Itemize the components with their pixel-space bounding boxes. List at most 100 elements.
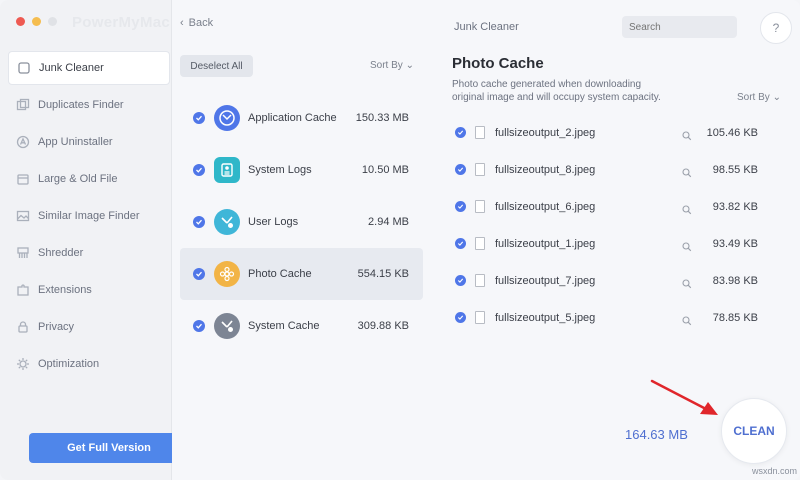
file-name: fullsizeoutput_2.jpeg bbox=[495, 126, 596, 139]
sidebar-item-label: Similar Image Finder bbox=[38, 210, 140, 222]
privacy-icon bbox=[16, 320, 30, 334]
back-button[interactable]: ‹ Back bbox=[180, 17, 213, 29]
file-name: fullsizeoutput_5.jpeg bbox=[495, 311, 596, 324]
magnifier-icon[interactable] bbox=[682, 128, 692, 140]
sidebar-item-optimization[interactable]: Optimization bbox=[8, 347, 170, 381]
category-row-application-cache[interactable]: Application Cache 150.33 MB bbox=[180, 92, 423, 144]
checkbox-checked[interactable] bbox=[455, 127, 466, 138]
app-window: PowerMyMac Junk Cleaner Duplicates Finde… bbox=[0, 0, 800, 480]
file-name: fullsizeoutput_8.jpeg bbox=[495, 163, 596, 176]
category-row-system-logs[interactable]: System Logs 10.50 MB bbox=[180, 144, 423, 196]
checkbox-checked[interactable] bbox=[193, 216, 205, 228]
category-size: 150.33 MB bbox=[355, 112, 409, 124]
file-size: 93.49 KB bbox=[712, 237, 758, 250]
window-controls bbox=[16, 17, 57, 26]
sidebar-item-extensions[interactable]: Extensions bbox=[8, 273, 170, 307]
chevron-down-icon: ⌄ bbox=[772, 92, 781, 103]
category-size: 10.50 MB bbox=[361, 164, 409, 176]
duplicates-icon bbox=[16, 98, 30, 112]
category-row-photo-cache[interactable]: Photo Cache 554.15 KB bbox=[180, 248, 423, 300]
application-cache-icon bbox=[214, 105, 240, 131]
search-input[interactable] bbox=[622, 16, 737, 38]
sidebar-item-privacy[interactable]: Privacy bbox=[8, 310, 170, 344]
back-label: Back bbox=[188, 17, 214, 29]
file-icon bbox=[475, 200, 485, 213]
minimize-window-button[interactable] bbox=[32, 17, 41, 26]
app-title: PowerMyMac bbox=[72, 14, 171, 31]
file-icon bbox=[475, 163, 485, 176]
checkbox-checked[interactable] bbox=[193, 320, 205, 332]
file-row[interactable]: fullsizeoutput_2.jpeg 105.46 KB bbox=[452, 114, 772, 151]
file-name: fullsizeoutput_7.jpeg bbox=[495, 274, 596, 287]
help-button[interactable]: ? bbox=[760, 12, 792, 44]
file-size: 105.46 KB bbox=[706, 126, 758, 139]
magnifier-icon[interactable] bbox=[682, 239, 692, 251]
sidebar-item-large-old-file[interactable]: Large & Old File bbox=[8, 162, 170, 196]
file-row[interactable]: fullsizeoutput_7.jpeg 83.98 KB bbox=[452, 262, 772, 299]
file-row[interactable]: fullsizeoutput_8.jpeg 98.55 KB bbox=[452, 151, 772, 188]
sidebar-item-label: Shredder bbox=[38, 247, 84, 259]
file-row[interactable]: fullsizeoutput_1.jpeg 93.49 KB bbox=[452, 225, 772, 262]
sidebar-item-shredder[interactable]: Shredder bbox=[8, 236, 170, 270]
close-window-button[interactable] bbox=[16, 17, 25, 26]
magnifier-icon[interactable] bbox=[682, 313, 692, 325]
file-name: fullsizeoutput_6.jpeg bbox=[495, 200, 596, 213]
large-file-icon bbox=[16, 172, 30, 186]
checkbox-checked[interactable] bbox=[455, 238, 466, 249]
sidebar-item-duplicates-finder[interactable]: Duplicates Finder bbox=[8, 88, 170, 122]
shredder-icon bbox=[16, 246, 30, 260]
deselect-all-button[interactable]: Deselect All bbox=[180, 55, 253, 77]
sidebar-item-label: Privacy bbox=[38, 321, 75, 333]
category-name: Photo Cache bbox=[248, 268, 312, 280]
file-size: 98.55 KB bbox=[712, 163, 758, 176]
magnifier-icon[interactable] bbox=[682, 276, 692, 288]
checkbox-checked[interactable] bbox=[455, 201, 466, 212]
sidebar-item-junk-cleaner[interactable]: Junk Cleaner bbox=[8, 51, 170, 85]
system-cache-icon bbox=[214, 313, 240, 339]
sidebar-item-label: Extensions bbox=[38, 284, 92, 296]
category-list: Application Cache 150.33 MB System Logs … bbox=[180, 92, 423, 352]
user-logs-icon bbox=[214, 209, 240, 235]
category-name: Application Cache bbox=[248, 112, 337, 124]
junk-cleaner-icon bbox=[17, 61, 31, 75]
checkbox-checked[interactable] bbox=[193, 268, 205, 280]
file-size: 78.85 KB bbox=[712, 311, 758, 324]
sort-by-dropdown[interactable]: Sort By ⌄ bbox=[370, 60, 414, 71]
magnifier-icon[interactable] bbox=[682, 202, 692, 214]
file-icon bbox=[475, 237, 485, 250]
extensions-icon bbox=[16, 283, 30, 297]
category-row-system-cache[interactable]: System Cache 309.88 KB bbox=[180, 300, 423, 352]
get-full-version-button[interactable]: Get Full Version bbox=[29, 433, 189, 463]
chevron-left-icon: ‹ bbox=[180, 17, 184, 29]
sidebar-item-label: Large & Old File bbox=[38, 173, 118, 185]
file-size: 93.82 KB bbox=[712, 200, 758, 213]
optimization-icon bbox=[16, 357, 30, 371]
file-size: 83.98 KB bbox=[712, 274, 758, 287]
category-size: 309.88 KB bbox=[357, 320, 409, 332]
section-title: Junk Cleaner bbox=[454, 21, 519, 33]
file-icon bbox=[475, 311, 485, 324]
sort-by-label: Sort By bbox=[737, 92, 770, 103]
sidebar-item-label: Optimization bbox=[38, 358, 100, 370]
category-size: 554.15 KB bbox=[357, 268, 409, 280]
checkbox-checked[interactable] bbox=[193, 164, 205, 176]
sort-by-dropdown[interactable]: Sort By ⌄ bbox=[737, 92, 781, 103]
file-row[interactable]: fullsizeoutput_6.jpeg 93.82 KB bbox=[452, 188, 772, 225]
checkbox-checked[interactable] bbox=[193, 112, 205, 124]
zoom-window-button[interactable] bbox=[48, 17, 57, 26]
sidebar: PowerMyMac Junk Cleaner Duplicates Finde… bbox=[0, 0, 189, 480]
file-row[interactable]: fullsizeoutput_5.jpeg 78.85 KB bbox=[452, 299, 772, 336]
category-row-user-logs[interactable]: User Logs 2.94 MB bbox=[180, 196, 423, 248]
sidebar-item-app-uninstaller[interactable]: App Uninstaller bbox=[8, 125, 170, 159]
checkbox-checked[interactable] bbox=[455, 312, 466, 323]
file-list: fullsizeoutput_2.jpeg 105.46 KB fullsize… bbox=[452, 114, 772, 336]
category-name: System Logs bbox=[248, 164, 312, 176]
checkbox-checked[interactable] bbox=[455, 164, 466, 175]
magnifier-icon[interactable] bbox=[682, 165, 692, 177]
chevron-down-icon: ⌄ bbox=[405, 60, 414, 71]
app-uninstaller-icon bbox=[16, 135, 30, 149]
sidebar-item-similar-image-finder[interactable]: Similar Image Finder bbox=[8, 199, 170, 233]
question-mark-icon: ? bbox=[772, 21, 780, 35]
checkbox-checked[interactable] bbox=[455, 275, 466, 286]
clean-button[interactable]: CLEAN bbox=[721, 398, 787, 464]
